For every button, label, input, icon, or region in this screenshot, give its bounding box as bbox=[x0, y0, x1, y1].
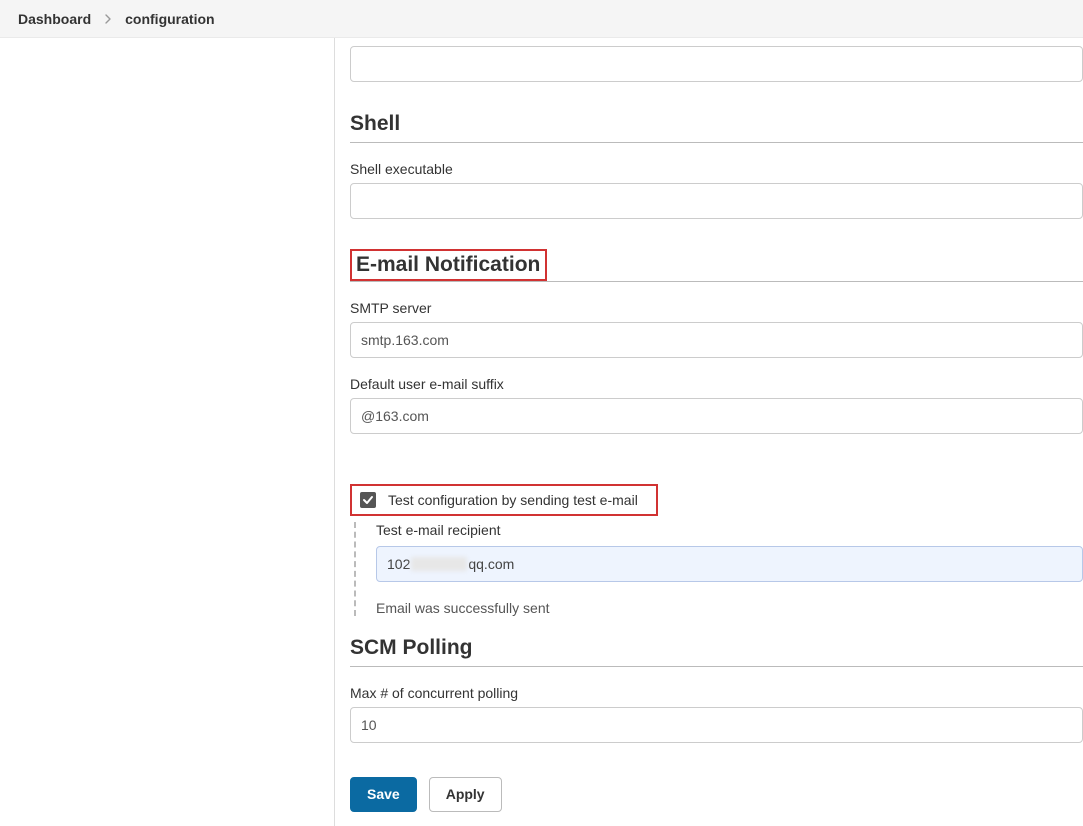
section-heading-email: E-mail Notification bbox=[356, 253, 540, 277]
label-email-suffix: Default user e-mail suffix bbox=[350, 376, 1083, 392]
chevron-right-icon bbox=[105, 14, 111, 24]
highlight-test-checkbox: Test configuration by sending test e-mai… bbox=[350, 484, 658, 516]
input-smtp-server[interactable] bbox=[350, 322, 1083, 358]
recipient-value-redacted bbox=[411, 557, 467, 571]
breadcrumb: Dashboard configuration bbox=[0, 0, 1083, 38]
button-row: Save Apply bbox=[350, 777, 1083, 812]
label-scm-max: Max # of concurrent polling bbox=[350, 685, 1083, 701]
section-heading-scm: SCM Polling bbox=[350, 636, 1083, 660]
input-scm-max[interactable] bbox=[350, 707, 1083, 743]
input-shell-executable[interactable] bbox=[350, 183, 1083, 219]
recipient-value-suf: qq.com bbox=[468, 556, 514, 572]
breadcrumb-item-dashboard[interactable]: Dashboard bbox=[18, 11, 91, 27]
section-heading-shell: Shell bbox=[350, 112, 1083, 136]
label-smtp-server: SMTP server bbox=[350, 300, 1083, 316]
input-test-recipient[interactable]: 102 qq.com bbox=[376, 546, 1083, 582]
label-shell-executable: Shell executable bbox=[350, 161, 1083, 177]
main-content: Shell Shell executable E-mail Notificati… bbox=[335, 38, 1083, 826]
test-email-nested-block: Test e-mail recipient 102 qq.com Email wa… bbox=[354, 522, 1083, 616]
label-test-recipient: Test e-mail recipient bbox=[376, 522, 1083, 538]
highlight-email-heading: E-mail Notification bbox=[350, 249, 547, 281]
input-email-suffix[interactable] bbox=[350, 398, 1083, 434]
checkbox-test-config[interactable] bbox=[360, 492, 376, 508]
top-input-field[interactable] bbox=[350, 46, 1083, 82]
label-test-config: Test configuration by sending test e-mai… bbox=[388, 492, 638, 508]
save-button[interactable]: Save bbox=[350, 777, 417, 812]
breadcrumb-item-configuration[interactable]: configuration bbox=[125, 11, 214, 27]
recipient-value-pre: 102 bbox=[387, 556, 410, 572]
apply-button[interactable]: Apply bbox=[429, 777, 502, 812]
sidebar bbox=[0, 38, 335, 826]
text-email-sent-success: Email was successfully sent bbox=[376, 600, 1083, 616]
